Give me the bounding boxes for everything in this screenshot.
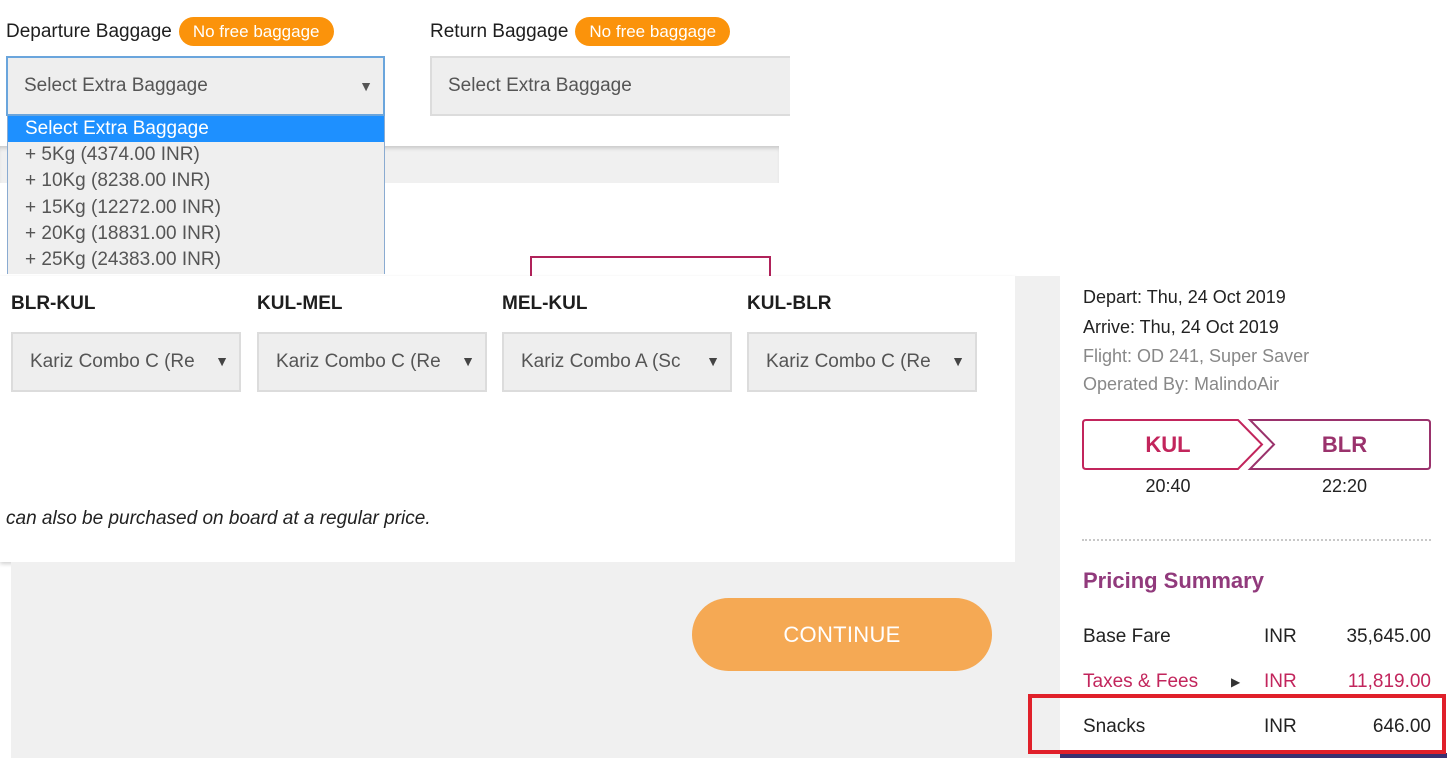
continue-button[interactable]: CONTINUE xyxy=(692,598,992,671)
column-gutter xyxy=(1015,276,1060,562)
departure-baggage-select[interactable]: Select Extra Baggage ▼ xyxy=(6,56,385,116)
divider xyxy=(1082,539,1431,541)
leg-route-label: KUL-MEL xyxy=(257,293,343,314)
snack-select[interactable]: Kariz Combo C (Re ▼ xyxy=(747,332,977,392)
no-free-baggage-badge: No free baggage xyxy=(178,17,334,46)
operated-by: Operated By: MalindoAir xyxy=(1083,374,1280,394)
snack-select[interactable]: Kariz Combo C (Re ▼ xyxy=(11,332,241,392)
dropdown-option[interactable]: Select Extra Baggage xyxy=(8,116,384,143)
dropdown-option[interactable]: + 5Kg (4374.00 INR) xyxy=(8,142,384,168)
no-free-baggage-badge: No free baggage xyxy=(575,17,731,46)
depart-date: Depart: Thu, 24 Oct 2019 xyxy=(1083,287,1286,307)
snack-leg: KUL-BLR Kariz Combo C (Re ▼ xyxy=(747,293,977,392)
route-indicator: KUL BLR xyxy=(1082,419,1431,470)
flight-summary: Depart: Thu, 24 Oct 2019 Arrive: Thu, 24… xyxy=(1060,276,1447,758)
snacks-section: BLR-KUL Kariz Combo C (Re ▼ KUL-MEL Kari… xyxy=(0,276,1015,562)
snack-note: can also be purchased on board at a regu… xyxy=(6,508,431,529)
snack-leg: BLR-KUL Kariz Combo C (Re ▼ xyxy=(11,293,241,392)
leg-route-label: BLR-KUL xyxy=(11,293,96,314)
leg-route-label: KUL-BLR xyxy=(747,293,832,314)
depart-time: 20:40 xyxy=(1145,476,1191,496)
arrive-date: Arrive: Thu, 24 Oct 2019 xyxy=(1083,317,1279,337)
pricing-summary-title: Pricing Summary xyxy=(1083,568,1264,593)
route-tab-frame xyxy=(530,256,771,278)
leg-route-label: MEL-KUL xyxy=(502,293,588,314)
highlight-box xyxy=(1028,694,1446,754)
snack-leg: MEL-KUL Kariz Combo A (Sc ▼ xyxy=(502,293,732,392)
chevron-down-icon: ▼ xyxy=(951,353,965,369)
expand-arrow-icon[interactable]: ▶ xyxy=(1231,675,1240,689)
return-baggage-label: Return Baggage No free baggage xyxy=(430,17,731,46)
dropdown-option[interactable]: + 10Kg (8238.00 INR) xyxy=(8,168,384,194)
destination-code: BLR xyxy=(1321,432,1368,457)
return-baggage-select[interactable]: Select Extra Baggage xyxy=(430,56,790,116)
departure-baggage-label: Departure Baggage No free baggage xyxy=(6,17,334,46)
snack-select[interactable]: Kariz Combo A (Sc ▼ xyxy=(502,332,732,392)
chevron-down-icon: ▼ xyxy=(706,353,720,369)
arrive-time: 22:20 xyxy=(1321,476,1368,496)
chevron-down-icon: ▼ xyxy=(215,353,229,369)
origin-code: KUL xyxy=(1145,432,1191,457)
chevron-down-icon: ▼ xyxy=(359,78,373,94)
chevron-down-icon: ▼ xyxy=(461,353,475,369)
snack-select[interactable]: Kariz Combo C (Re ▼ xyxy=(257,332,487,392)
dropdown-option[interactable]: + 25Kg (24383.00 INR) xyxy=(8,247,384,273)
price-row-base-fare: Base Fare INR 35,645.00 xyxy=(1083,626,1431,647)
dropdown-option[interactable]: + 15Kg (12272.00 INR) xyxy=(8,195,384,221)
dropdown-option[interactable]: + 20Kg (18831.00 INR) xyxy=(8,221,384,247)
departure-baggage-dropdown[interactable]: Select Extra Baggage + 5Kg (4374.00 INR)… xyxy=(7,116,385,274)
snack-leg: KUL-MEL Kariz Combo C (Re ▼ xyxy=(257,293,487,392)
flight-info: Flight: OD 241, Super Saver xyxy=(1083,346,1310,366)
